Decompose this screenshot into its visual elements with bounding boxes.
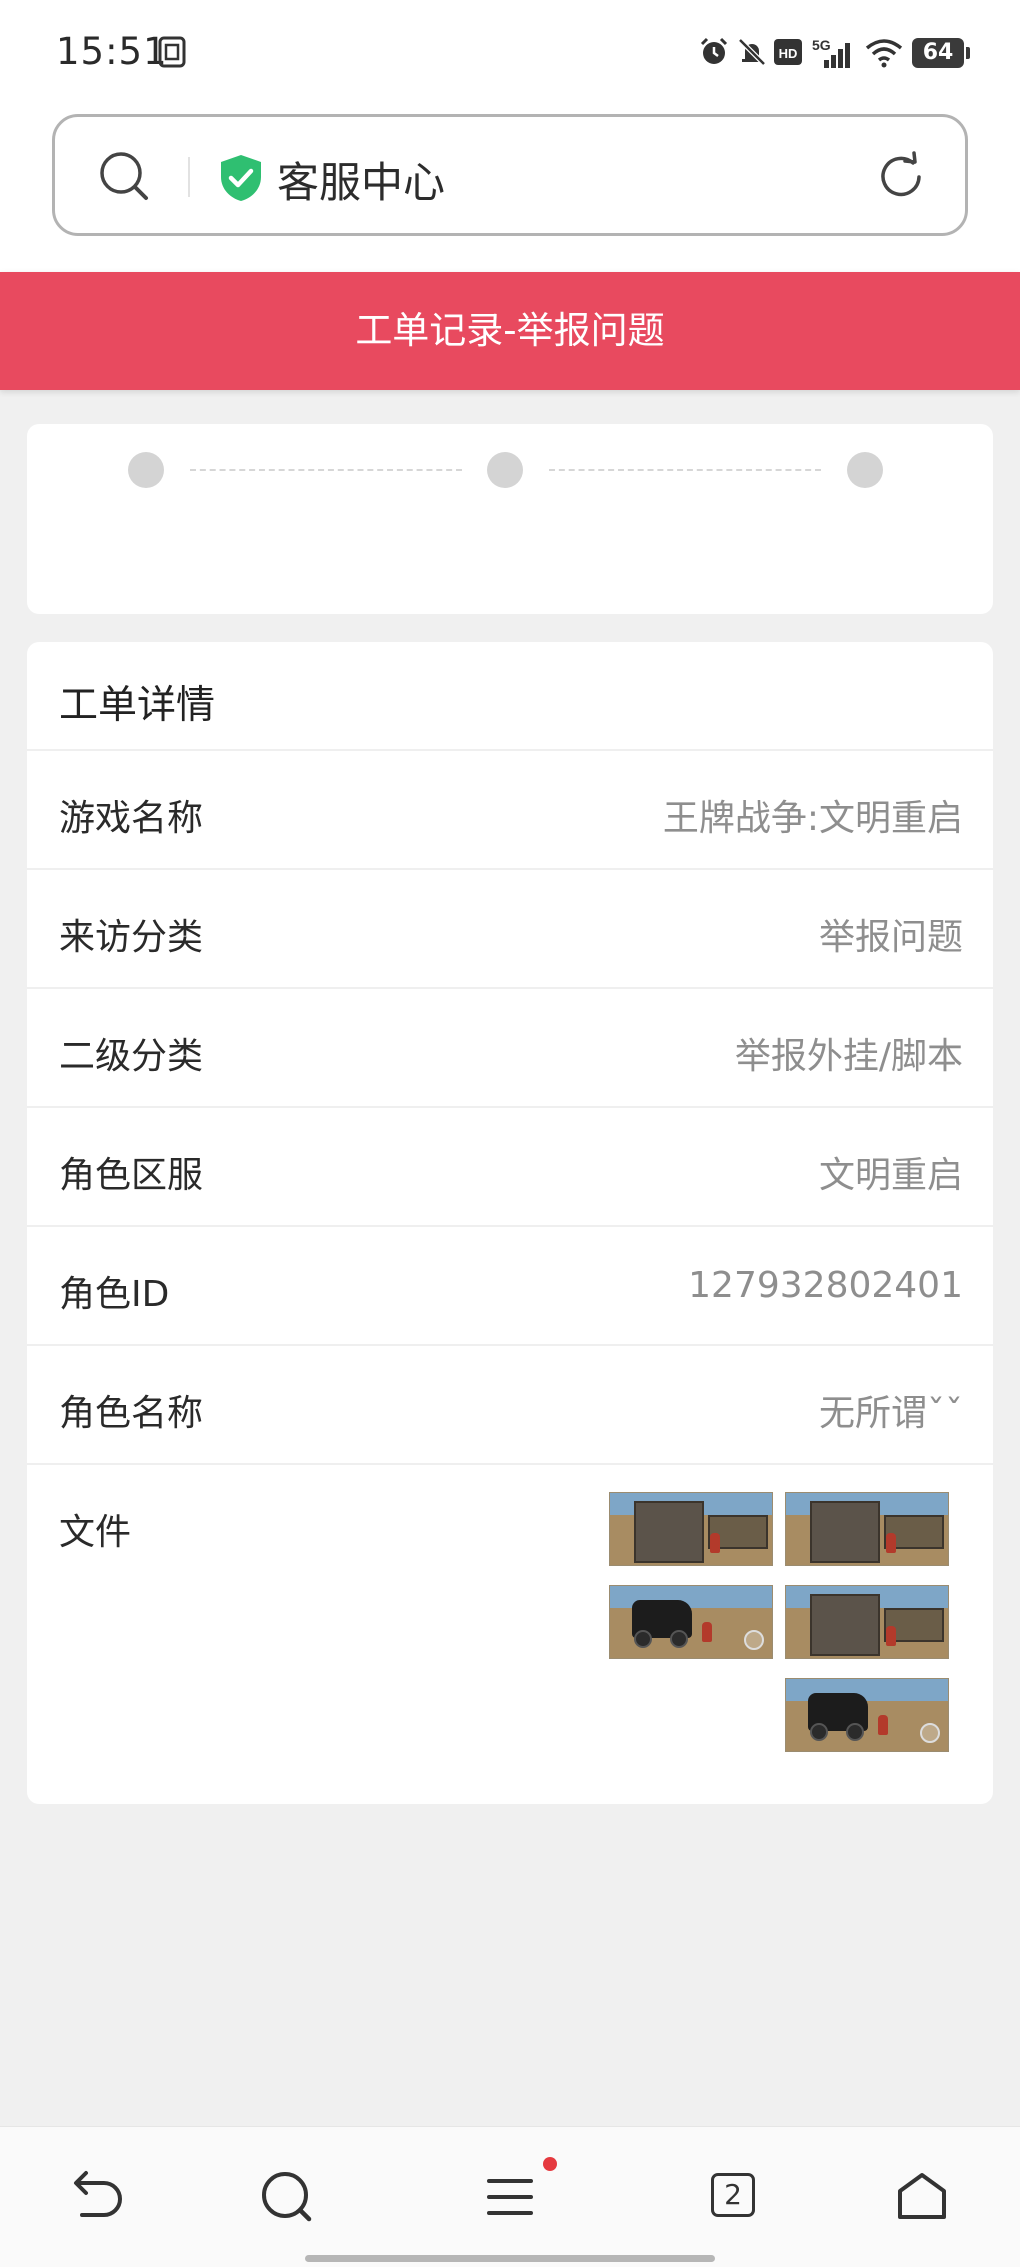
row-value: 王牌战争:文明重启 (662, 798, 963, 839)
menu-icon[interactable] (470, 2157, 550, 2237)
status-time: 15:51 (56, 30, 168, 73)
shield-check-icon (221, 155, 261, 201)
signal-5g-icon: 5G (812, 37, 850, 68)
mute-icon (738, 38, 766, 66)
row-label: 角色ID (59, 1274, 170, 1315)
browser-toolbar: 客服中心 (0, 108, 1020, 272)
detail-row-role-name: 角色名称 无所谓ˇˇ (27, 1344, 993, 1463)
search-icon[interactable] (247, 2157, 327, 2237)
detail-row-game: 游戏名称 王牌战争:文明重启 (27, 749, 993, 868)
file-thumbnail[interactable] (785, 1678, 949, 1752)
site-title[interactable]: 客服中心 (277, 149, 445, 210)
home-indicator[interactable] (305, 2255, 715, 2262)
svg-text:HD: HD (779, 46, 798, 61)
detail-row-files: 文件 (27, 1463, 993, 1804)
row-label: 角色名称 (59, 1393, 204, 1434)
refresh-icon[interactable] (875, 151, 927, 203)
file-thumbnail[interactable] (785, 1492, 949, 1566)
search-icon[interactable] (99, 151, 151, 203)
row-value: 举报问题 (818, 917, 963, 958)
hd-icon: HD (774, 39, 802, 65)
row-label: 二级分类 (59, 1036, 204, 1077)
step-connector (549, 469, 821, 471)
battery-indicator: 64 (912, 38, 970, 68)
address-divider (188, 157, 190, 197)
address-bar[interactable]: 客服中心 (52, 114, 968, 236)
bottom-navigation (0, 2126, 1020, 2267)
file-thumbnail[interactable] (785, 1585, 949, 1659)
row-label: 角色区服 (59, 1155, 204, 1196)
row-value: 文明重启 (818, 1155, 963, 1196)
status-bar: 15:51 HD 5G 64 (0, 0, 1020, 108)
detail-row-category: 来访分类 举报问题 (27, 868, 993, 987)
file-thumbnail[interactable] (609, 1492, 773, 1566)
notification-dot (543, 2157, 557, 2171)
detail-row-role-id: 角色ID 127932802401 (27, 1225, 993, 1344)
alarm-icon (700, 37, 728, 64)
row-value: 无所谓ˇˇ (818, 1393, 963, 1434)
step-dot-1 (128, 452, 164, 488)
sim-icon (158, 36, 186, 68)
ticket-detail-card: 工单详情 游戏名称 王牌战争:文明重启 来访分类 举报问题 二级分类 举报外挂/… (27, 642, 993, 1804)
file-thumbnail[interactable] (609, 1585, 773, 1659)
back-icon[interactable] (56, 2157, 136, 2237)
detail-row-server: 角色区服 文明重启 (27, 1106, 993, 1225)
row-value: 127932802401 (688, 1265, 963, 1306)
row-label: 来访分类 (59, 917, 204, 958)
progress-steps (27, 424, 993, 614)
row-label: 文件 (59, 1512, 132, 1553)
row-value: 举报外挂/脚本 (734, 1036, 963, 1077)
wifi-icon (865, 39, 903, 68)
detail-title: 工单详情 (59, 683, 216, 728)
step-dot-3 (847, 452, 883, 488)
page-title: 工单记录-举报问题 (0, 272, 1020, 390)
detail-row-subcategory: 二级分类 举报外挂/脚本 (27, 987, 993, 1106)
step-dot-2 (487, 452, 523, 488)
step-connector (190, 469, 462, 471)
tabs-icon[interactable]: 2 (711, 2173, 755, 2217)
row-label: 游戏名称 (59, 798, 204, 839)
svg-text:5G: 5G (812, 37, 831, 53)
home-icon[interactable] (882, 2157, 962, 2237)
